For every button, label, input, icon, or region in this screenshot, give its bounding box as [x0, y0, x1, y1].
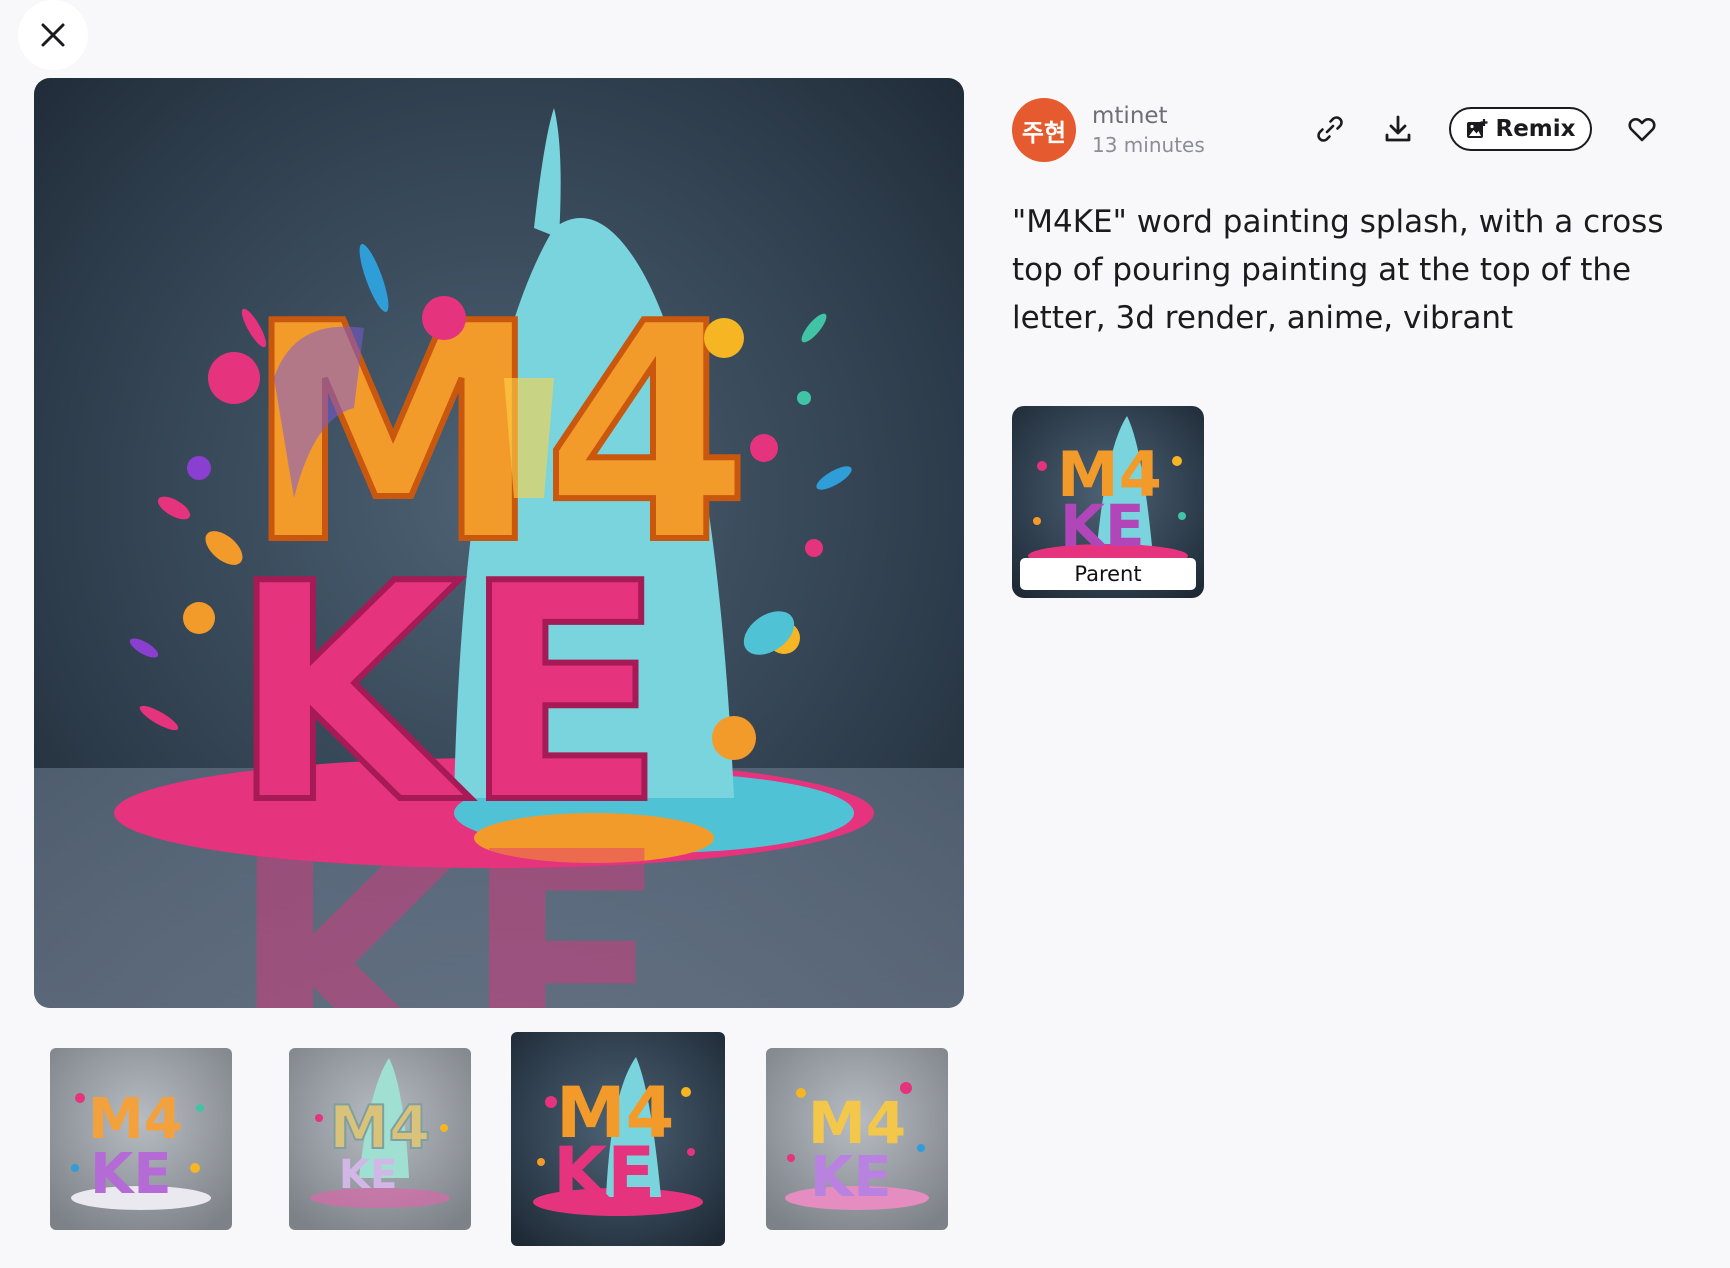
- svg-text:KE: KE: [90, 1142, 172, 1207]
- svg-text:KE: KE: [339, 1152, 397, 1198]
- like-button[interactable]: [1617, 104, 1667, 154]
- copy-link-button[interactable]: [1305, 104, 1355, 154]
- heart-icon: [1628, 118, 1656, 142]
- link-icon: [1317, 116, 1343, 142]
- close-button[interactable]: [18, 0, 88, 70]
- svg-text:KE: KE: [1060, 492, 1145, 560]
- remix-button[interactable]: Remix: [1449, 107, 1592, 151]
- variation-thumbnail-3-selected[interactable]: M4 KE: [511, 1032, 725, 1246]
- download-icon: [1385, 115, 1411, 142]
- svg-text:KE: KE: [810, 1145, 892, 1210]
- author-meta: mtinet 13 minutes: [1092, 101, 1205, 159]
- parent-image-card[interactable]: M4 KE Parent: [1012, 406, 1204, 598]
- variation-thumbnail-1[interactable]: M4 KE: [50, 1048, 232, 1230]
- avatar[interactable]: 주현: [1012, 98, 1076, 162]
- close-icon: [41, 23, 65, 47]
- username[interactable]: mtinet: [1092, 101, 1205, 131]
- image-plus-icon: [1466, 119, 1487, 138]
- author-info: 주현 mtinet 13 minutes: [1012, 98, 1205, 162]
- variation-thumbnail-2[interactable]: M4 KE: [289, 1048, 471, 1230]
- svg-text:KE: KE: [229, 777, 666, 1008]
- prompt-text: "M4KE" word painting splash, with a cros…: [1012, 204, 1664, 336]
- svg-text:KE: KE: [553, 1132, 655, 1214]
- remix-label: Remix: [1495, 116, 1576, 142]
- timestamp: 13 minutes: [1092, 133, 1205, 157]
- main-artwork: M4 KE KE: [34, 78, 964, 1008]
- variation-thumbnail-4[interactable]: M4 KE: [766, 1048, 948, 1230]
- parent-label: Parent: [1020, 558, 1196, 590]
- download-button[interactable]: [1373, 104, 1423, 154]
